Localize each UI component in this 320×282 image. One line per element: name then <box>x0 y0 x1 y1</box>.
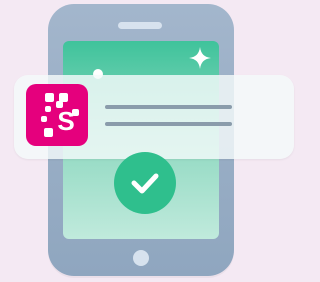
phone-speaker <box>118 22 162 29</box>
notification-text-line <box>105 122 232 126</box>
success-badge <box>114 152 176 214</box>
sparkle-icon <box>189 47 211 69</box>
app-icon: S <box>26 84 88 146</box>
home-button <box>133 250 149 266</box>
notification-text-line <box>105 105 232 109</box>
app-icon-letter: S <box>57 106 75 136</box>
notification-card: S <box>14 75 294 159</box>
check-icon <box>131 173 159 194</box>
